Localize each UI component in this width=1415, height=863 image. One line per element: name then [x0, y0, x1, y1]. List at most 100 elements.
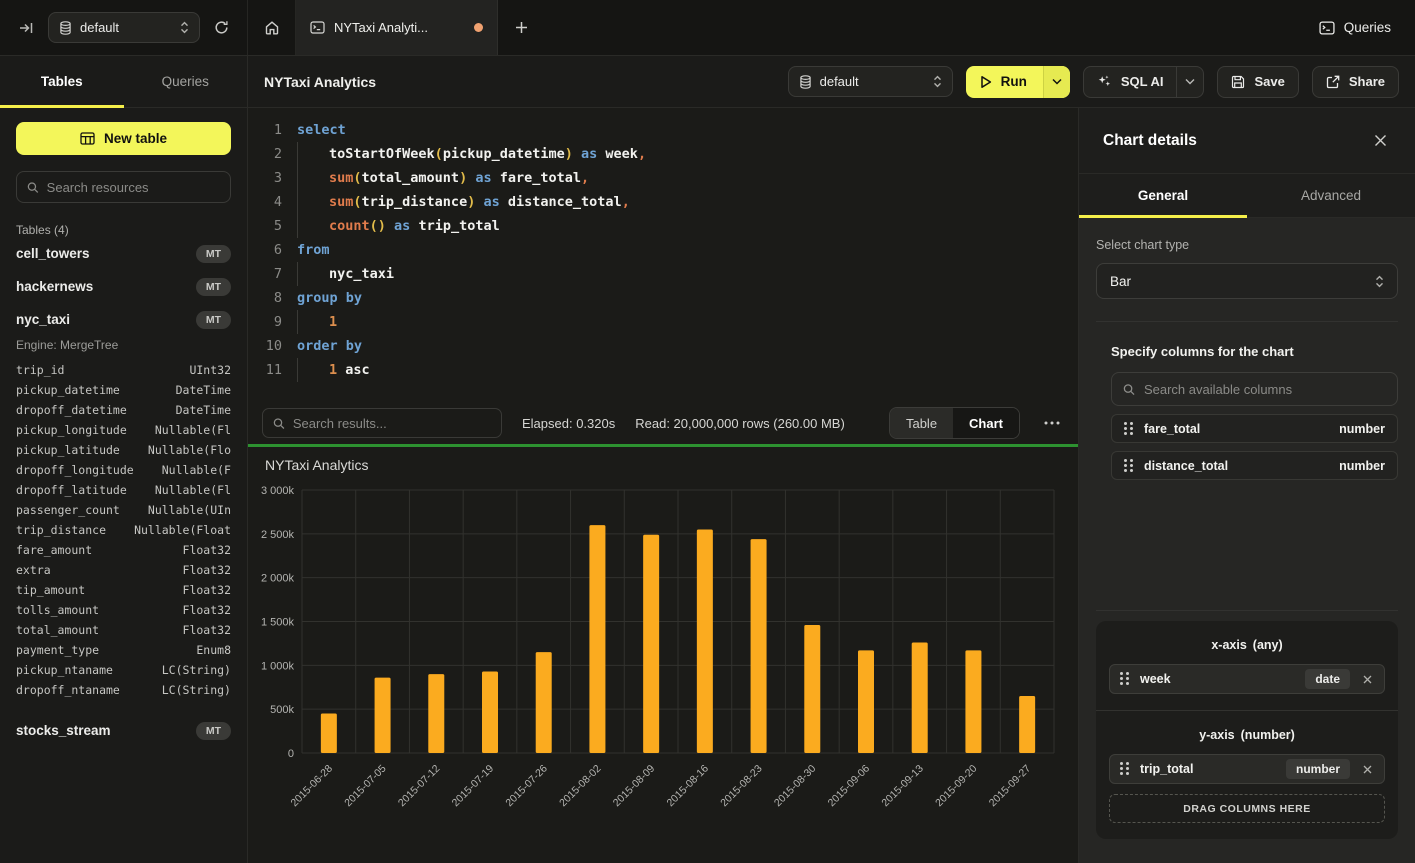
view-toggle-table[interactable]: Table	[890, 408, 953, 438]
tab-nytaxi-analytics[interactable]: NYTaxi Analyti...	[296, 0, 498, 55]
indent-guide	[297, 166, 329, 190]
sidebar: Tables Queries New table Tables (4) cell…	[0, 56, 248, 863]
available-column-distance-total[interactable]: distance_total number	[1111, 451, 1398, 480]
indent-guide	[297, 358, 329, 382]
bar-2015-08-09[interactable]	[643, 535, 659, 753]
code-line-2[interactable]: 2toStartOfWeek(pickup_datetime) as week,	[248, 142, 1078, 166]
run-button[interactable]: Run	[966, 66, 1043, 98]
tab-general[interactable]: General	[1079, 174, 1247, 217]
column-row: trip_idUInt32	[16, 360, 231, 380]
remove-column-button[interactable]	[1361, 763, 1374, 776]
drag-handle-icon[interactable]	[1124, 459, 1133, 473]
drag-handle-icon[interactable]	[1120, 762, 1129, 776]
code-line-3[interactable]: 3sum(total_amount) as fare_total,	[248, 166, 1078, 190]
code-line-8[interactable]: 8group by	[248, 286, 1078, 310]
bar-chart[interactable]: 0500k1 000k1 500k2 000k2 500k3 000k2015-…	[248, 473, 1078, 863]
bar-2015-08-16[interactable]	[697, 529, 713, 753]
sidebar-search[interactable]	[16, 171, 231, 203]
bar-2015-09-27[interactable]	[1019, 696, 1035, 753]
remove-column-button[interactable]	[1361, 673, 1374, 686]
results-search-input[interactable]	[293, 416, 491, 431]
code-line-1[interactable]: 1select	[248, 118, 1078, 142]
tab-advanced[interactable]: Advanced	[1247, 174, 1415, 217]
bar-2015-08-30[interactable]	[804, 625, 820, 753]
column-row: trip_distanceNullable(Float	[16, 520, 231, 540]
new-table-button[interactable]: New table	[16, 122, 231, 155]
database-selector[interactable]: default	[48, 12, 200, 43]
new-tab-button[interactable]	[498, 0, 544, 55]
updown-chevron-icon	[933, 75, 942, 88]
run-options-button[interactable]	[1043, 66, 1070, 98]
code-line-9[interactable]: 91	[248, 310, 1078, 334]
available-column-fare-total[interactable]: fare_total number	[1111, 414, 1398, 443]
engine-badge: MT	[196, 278, 231, 296]
bar-2015-07-19[interactable]	[482, 671, 498, 753]
bar-2015-08-23[interactable]	[751, 539, 767, 753]
bar-2015-09-06[interactable]	[858, 650, 874, 753]
share-icon	[1326, 75, 1340, 89]
drop-zone[interactable]: DRAG COLUMNS HERE	[1109, 794, 1385, 823]
bar-2015-07-05[interactable]	[375, 678, 391, 753]
run-database-selector[interactable]: default	[788, 66, 953, 97]
columns-search-input[interactable]	[1144, 382, 1386, 397]
code-line-5[interactable]: 5count() as trip_total	[248, 214, 1078, 238]
terminal-icon	[310, 21, 325, 34]
code-line-6[interactable]: 6from	[248, 238, 1078, 262]
share-button[interactable]: Share	[1312, 66, 1399, 98]
bar-2015-07-26[interactable]	[536, 652, 552, 753]
sidebar-collapse-icon[interactable]	[14, 16, 38, 40]
x-tick-label: 2015-08-02	[557, 763, 604, 810]
bar-2015-09-20[interactable]	[965, 650, 981, 753]
sql-ai-button[interactable]: SQL AI	[1084, 67, 1177, 97]
table-row-stocks_stream[interactable]: stocks_streamMT	[16, 714, 231, 747]
more-options-button[interactable]	[1040, 421, 1064, 425]
view-toggle-chart[interactable]: Chart	[953, 408, 1019, 438]
plus-icon	[515, 21, 528, 34]
code-text: from	[282, 238, 330, 262]
bar-2015-07-12[interactable]	[428, 674, 444, 753]
bar-2015-08-02[interactable]	[589, 525, 605, 753]
tables-section-title: Tables (4)	[16, 223, 231, 237]
queries-button[interactable]: Queries	[1319, 20, 1391, 35]
close-icon	[1363, 765, 1372, 774]
save-button[interactable]: Save	[1217, 66, 1298, 98]
results-search[interactable]	[262, 408, 502, 438]
x-axis-label: x-axis	[1211, 638, 1246, 652]
drag-handle-icon[interactable]	[1124, 422, 1133, 436]
table-row-nyc_taxi[interactable]: nyc_taxiMT	[16, 303, 231, 336]
indent-guide	[297, 310, 329, 334]
tables-tab-label: Tables	[41, 74, 83, 89]
code-text: nyc_taxi	[282, 262, 394, 286]
chart-type-select[interactable]: Bar	[1096, 263, 1398, 299]
table-row-hackernews[interactable]: hackernewsMT	[16, 270, 231, 303]
tab-general-label: General	[1138, 188, 1188, 203]
y-axis-column-chip[interactable]: trip_total number	[1109, 754, 1385, 784]
sidebar-tab-queries[interactable]: Queries	[124, 56, 248, 107]
column-row: pickup_datetimeDateTime	[16, 380, 231, 400]
x-axis-column-chip[interactable]: week date	[1109, 664, 1385, 694]
bar-2015-09-13[interactable]	[912, 643, 928, 753]
column-type: Nullable(Fl	[155, 420, 231, 440]
home-button[interactable]	[248, 0, 296, 55]
code-line-11[interactable]: 111 asc	[248, 358, 1078, 382]
table-row-cell_towers[interactable]: cell_towersMT	[16, 237, 231, 270]
drag-handle-icon[interactable]	[1120, 672, 1129, 686]
columns-search[interactable]	[1111, 372, 1398, 406]
bar-2015-06-28[interactable]	[321, 714, 337, 753]
code-line-4[interactable]: 4sum(trip_distance) as distance_total,	[248, 190, 1078, 214]
close-panel-button[interactable]	[1370, 130, 1391, 151]
x-axis-header: x-axis(any)	[1109, 633, 1385, 664]
terminal-icon	[1319, 21, 1335, 35]
sql-editor[interactable]: 1select2toStartOfWeek(pickup_datetime) a…	[248, 108, 1078, 402]
column-name: fare_total	[1144, 422, 1200, 436]
search-icon	[27, 181, 39, 194]
sidebar-search-input[interactable]	[47, 180, 220, 195]
sql-ai-options-button[interactable]	[1176, 67, 1203, 97]
refresh-icon[interactable]	[210, 16, 233, 39]
database-selector-value: default	[80, 20, 172, 35]
chip-type-badge: number	[1286, 759, 1350, 779]
code-text: order by	[282, 334, 362, 358]
code-line-7[interactable]: 7nyc_taxi	[248, 262, 1078, 286]
sidebar-tab-tables[interactable]: Tables	[0, 56, 124, 107]
code-line-10[interactable]: 10order by	[248, 334, 1078, 358]
